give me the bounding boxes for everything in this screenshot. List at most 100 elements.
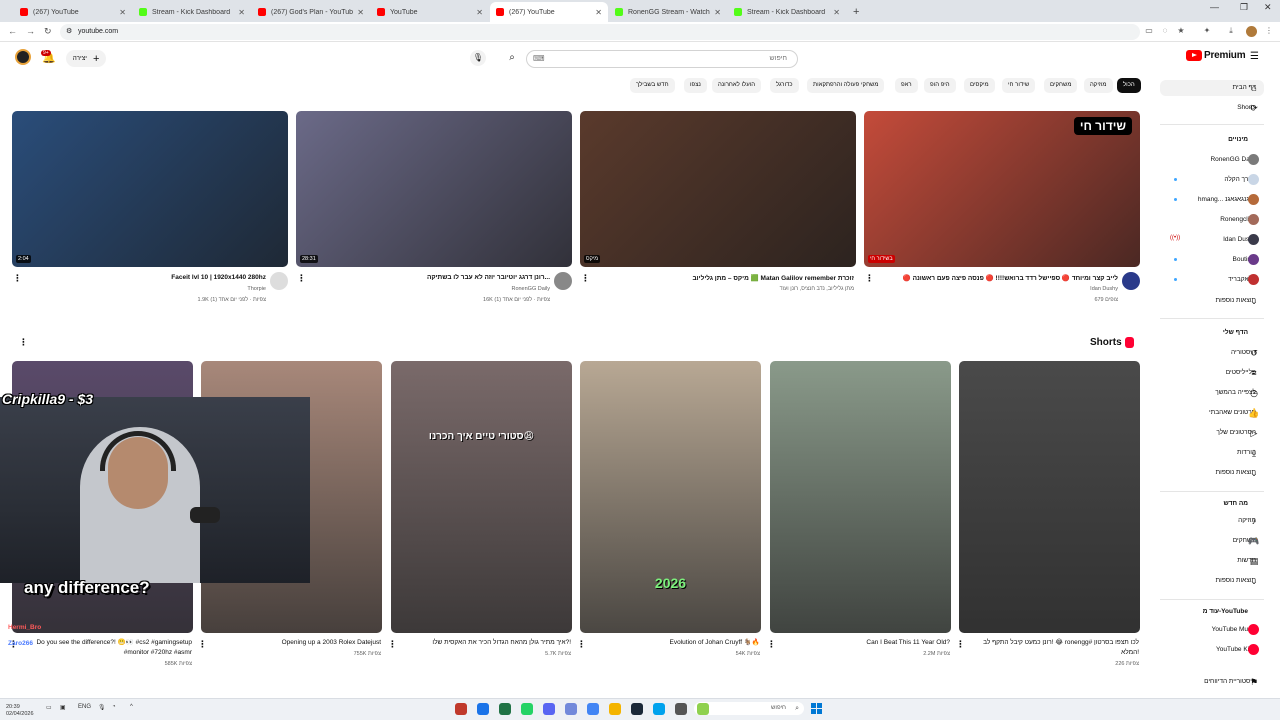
- more-actions-icon[interactable]: ⋮: [13, 273, 22, 284]
- subscriptions-header[interactable]: מינויים: [1228, 136, 1248, 143]
- browser-tab[interactable]: (267) YouTube ✕: [490, 2, 608, 22]
- youtube-logo[interactable]: Premium: [1186, 50, 1246, 61]
- channel-name[interactable]: RonenGG Daily: [306, 286, 550, 292]
- filter-chip[interactable]: כדורגל: [770, 78, 799, 93]
- channel-name[interactable]: Idan Dushy: [874, 286, 1118, 292]
- tray-overflow-icon[interactable]: ^: [130, 704, 133, 710]
- channel-name[interactable]: מתן גליליוב, נדב חנציס, רונן ועוד: [590, 286, 854, 292]
- video-thumbnail[interactable]: 28:31: [296, 111, 572, 267]
- account-avatar[interactable]: [15, 49, 31, 65]
- short-more-actions-icon[interactable]: ⋮: [767, 639, 776, 650]
- filter-chip[interactable]: נצפו: [684, 78, 707, 93]
- tab-close-icon[interactable]: ✕: [119, 8, 126, 17]
- short-title[interactable]: Do you see the difference?! 😬👀 #cs2 #gam…: [22, 638, 192, 658]
- app-icon[interactable]: [455, 703, 467, 715]
- you-header[interactable]: הדף שלי: [1223, 329, 1248, 336]
- short-title[interactable]: רונן כמעט קיבל התקף לב! 😂 ronengg# לכו ת…: [969, 638, 1139, 658]
- bookmark-star-icon[interactable]: ★: [1176, 26, 1186, 36]
- video-title[interactable]: 🔴 לייב קצר ומיוחד 🔴 ספיישל רדד ברואש!!!!…: [874, 274, 1118, 282]
- chrome-icon[interactable]: [587, 703, 599, 715]
- browser-tab[interactable]: YouTube ✕: [371, 2, 489, 22]
- short-more-actions-icon[interactable]: ⋮: [198, 639, 207, 650]
- create-button[interactable]: יצירה +: [66, 50, 106, 67]
- tray-battery-icon[interactable]: ▭: [46, 704, 52, 711]
- guide-menu-icon[interactable]: ☰: [1250, 51, 1259, 62]
- cast-icon[interactable]: ▭: [1144, 26, 1154, 36]
- tray-wifi-icon[interactable]: ◔: [112, 704, 116, 710]
- channel-avatar[interactable]: [554, 272, 572, 290]
- tab-close-icon[interactable]: ✕: [238, 8, 245, 17]
- close-window-icon[interactable]: ✕: [1264, 2, 1272, 13]
- app-icon[interactable]: [653, 703, 665, 715]
- short-more-actions-icon[interactable]: ⋮: [388, 639, 397, 650]
- channel-name[interactable]: Thorpie: [22, 286, 266, 292]
- browser-menu-icon[interactable]: ⋮: [1264, 26, 1274, 36]
- filter-chip[interactable]: מוזיקה: [1084, 78, 1113, 93]
- browser-tab[interactable]: RonenGG Stream - Watch Live ✕: [609, 2, 727, 22]
- steam-icon[interactable]: [631, 703, 643, 715]
- tab-close-icon[interactable]: ✕: [357, 8, 364, 17]
- start-icon[interactable]: [811, 703, 822, 714]
- back-icon[interactable]: ←: [8, 26, 17, 36]
- filter-chip[interactable]: חדש בשבילך: [630, 78, 675, 93]
- browser-tab[interactable]: Stream - Kick Dashboard ✕: [728, 2, 846, 22]
- short-thumbnail[interactable]: [770, 361, 951, 633]
- tab-close-icon[interactable]: ✕: [595, 8, 602, 17]
- tray-mic-icon[interactable]: 🎙: [98, 704, 106, 711]
- short-thumbnail[interactable]: סטורי טיים איך הכרנו😩: [391, 361, 572, 633]
- filter-chip[interactable]: היפ הופ: [924, 78, 956, 93]
- app-icon[interactable]: [477, 703, 489, 715]
- filter-chip[interactable]: מיקסים: [964, 78, 995, 93]
- channel-avatar[interactable]: [1122, 272, 1140, 290]
- video-title[interactable]: מיקס – מתן גליליוב 🟩 Matan Galilov remem…: [590, 274, 854, 282]
- tab-close-icon[interactable]: ✕: [476, 8, 483, 17]
- tray-display-icon[interactable]: ▣: [60, 704, 66, 711]
- tab-close-icon[interactable]: ✕: [714, 8, 721, 17]
- video-title[interactable]: Faceit lvl 10 | 1920x1440 280hz: [22, 274, 266, 281]
- site-info-icon[interactable]: ⚙: [66, 24, 72, 40]
- extensions-icon[interactable]: ✦: [1202, 26, 1212, 36]
- forward-icon[interactable]: →: [26, 26, 35, 36]
- filter-chip[interactable]: הועלו לאחרונה: [712, 78, 762, 93]
- tab-close-icon[interactable]: ✕: [833, 8, 840, 17]
- short-title[interactable]: Evolution of Johan Cruyff 🐐🔥: [590, 638, 761, 648]
- maximize-icon[interactable]: ❐: [1240, 2, 1248, 13]
- more-actions-icon[interactable]: ⋮: [581, 273, 590, 284]
- voice-search-icon[interactable]: 🎙: [470, 50, 486, 66]
- file-explorer-icon[interactable]: [609, 703, 621, 715]
- shorts-menu-icon[interactable]: ⋮: [19, 337, 28, 348]
- browser-tab[interactable]: (267) YouTube ✕: [14, 2, 132, 22]
- short-thumbnail[interactable]: 2026: [580, 361, 761, 633]
- video-thumbnail[interactable]: בשידור חי שידור חי: [864, 111, 1140, 267]
- language-indicator[interactable]: ENG: [78, 704, 91, 710]
- filter-chip[interactable]: משחקי פעולה והרפתקאות: [807, 78, 885, 93]
- url-input[interactable]: ⚙ youtube.com: [60, 24, 1140, 40]
- keyboard-icon[interactable]: ⌨: [533, 51, 545, 67]
- video-title[interactable]: רונן דרגג יוטיובר יוזה לא עבר לו בשתיקה.…: [306, 274, 550, 281]
- download-icon[interactable]: ⤓: [1226, 26, 1236, 36]
- filter-chip[interactable]: ראפ: [895, 78, 918, 93]
- taskbar-clock[interactable]: 20:39 02/04/2026: [6, 704, 34, 718]
- reload-icon[interactable]: ↻: [44, 26, 52, 37]
- short-more-actions-icon[interactable]: ⋮: [956, 639, 965, 650]
- browser-tab[interactable]: Stream - Kick Dashboard ✕: [133, 2, 251, 22]
- minimize-icon[interactable]: —: [1210, 2, 1219, 12]
- more-actions-icon[interactable]: ⋮: [297, 273, 306, 284]
- filter-chip[interactable]: הכול: [1117, 78, 1141, 93]
- video-thumbnail[interactable]: 2:04: [12, 111, 288, 267]
- widget-icon[interactable]: [697, 703, 709, 715]
- short-title[interactable]: Opening up a 2003 Rolex Datejust: [211, 638, 381, 648]
- short-thumbnail[interactable]: [959, 361, 1140, 633]
- short-title[interactable]: Can I Beat This 11 Year Old?: [780, 638, 950, 648]
- browser-tab[interactable]: (267) God's Plan - YouTube ✕: [252, 2, 370, 22]
- channel-avatar[interactable]: [270, 272, 288, 290]
- short-title[interactable]: איך מתיר גולן מהאח הגדול הכיר את האקסית …: [401, 638, 571, 648]
- app-icon[interactable]: [675, 703, 687, 715]
- profile-avatar[interactable]: [1246, 26, 1257, 37]
- filter-chip[interactable]: משחקים: [1044, 78, 1078, 93]
- app-icon[interactable]: [565, 703, 577, 715]
- more-actions-icon[interactable]: ⋮: [865, 273, 874, 284]
- search-button[interactable]: ⌕: [504, 50, 520, 66]
- search-input[interactable]: ⌨ חיפוש: [526, 50, 798, 68]
- whatsapp-icon[interactable]: [521, 703, 533, 715]
